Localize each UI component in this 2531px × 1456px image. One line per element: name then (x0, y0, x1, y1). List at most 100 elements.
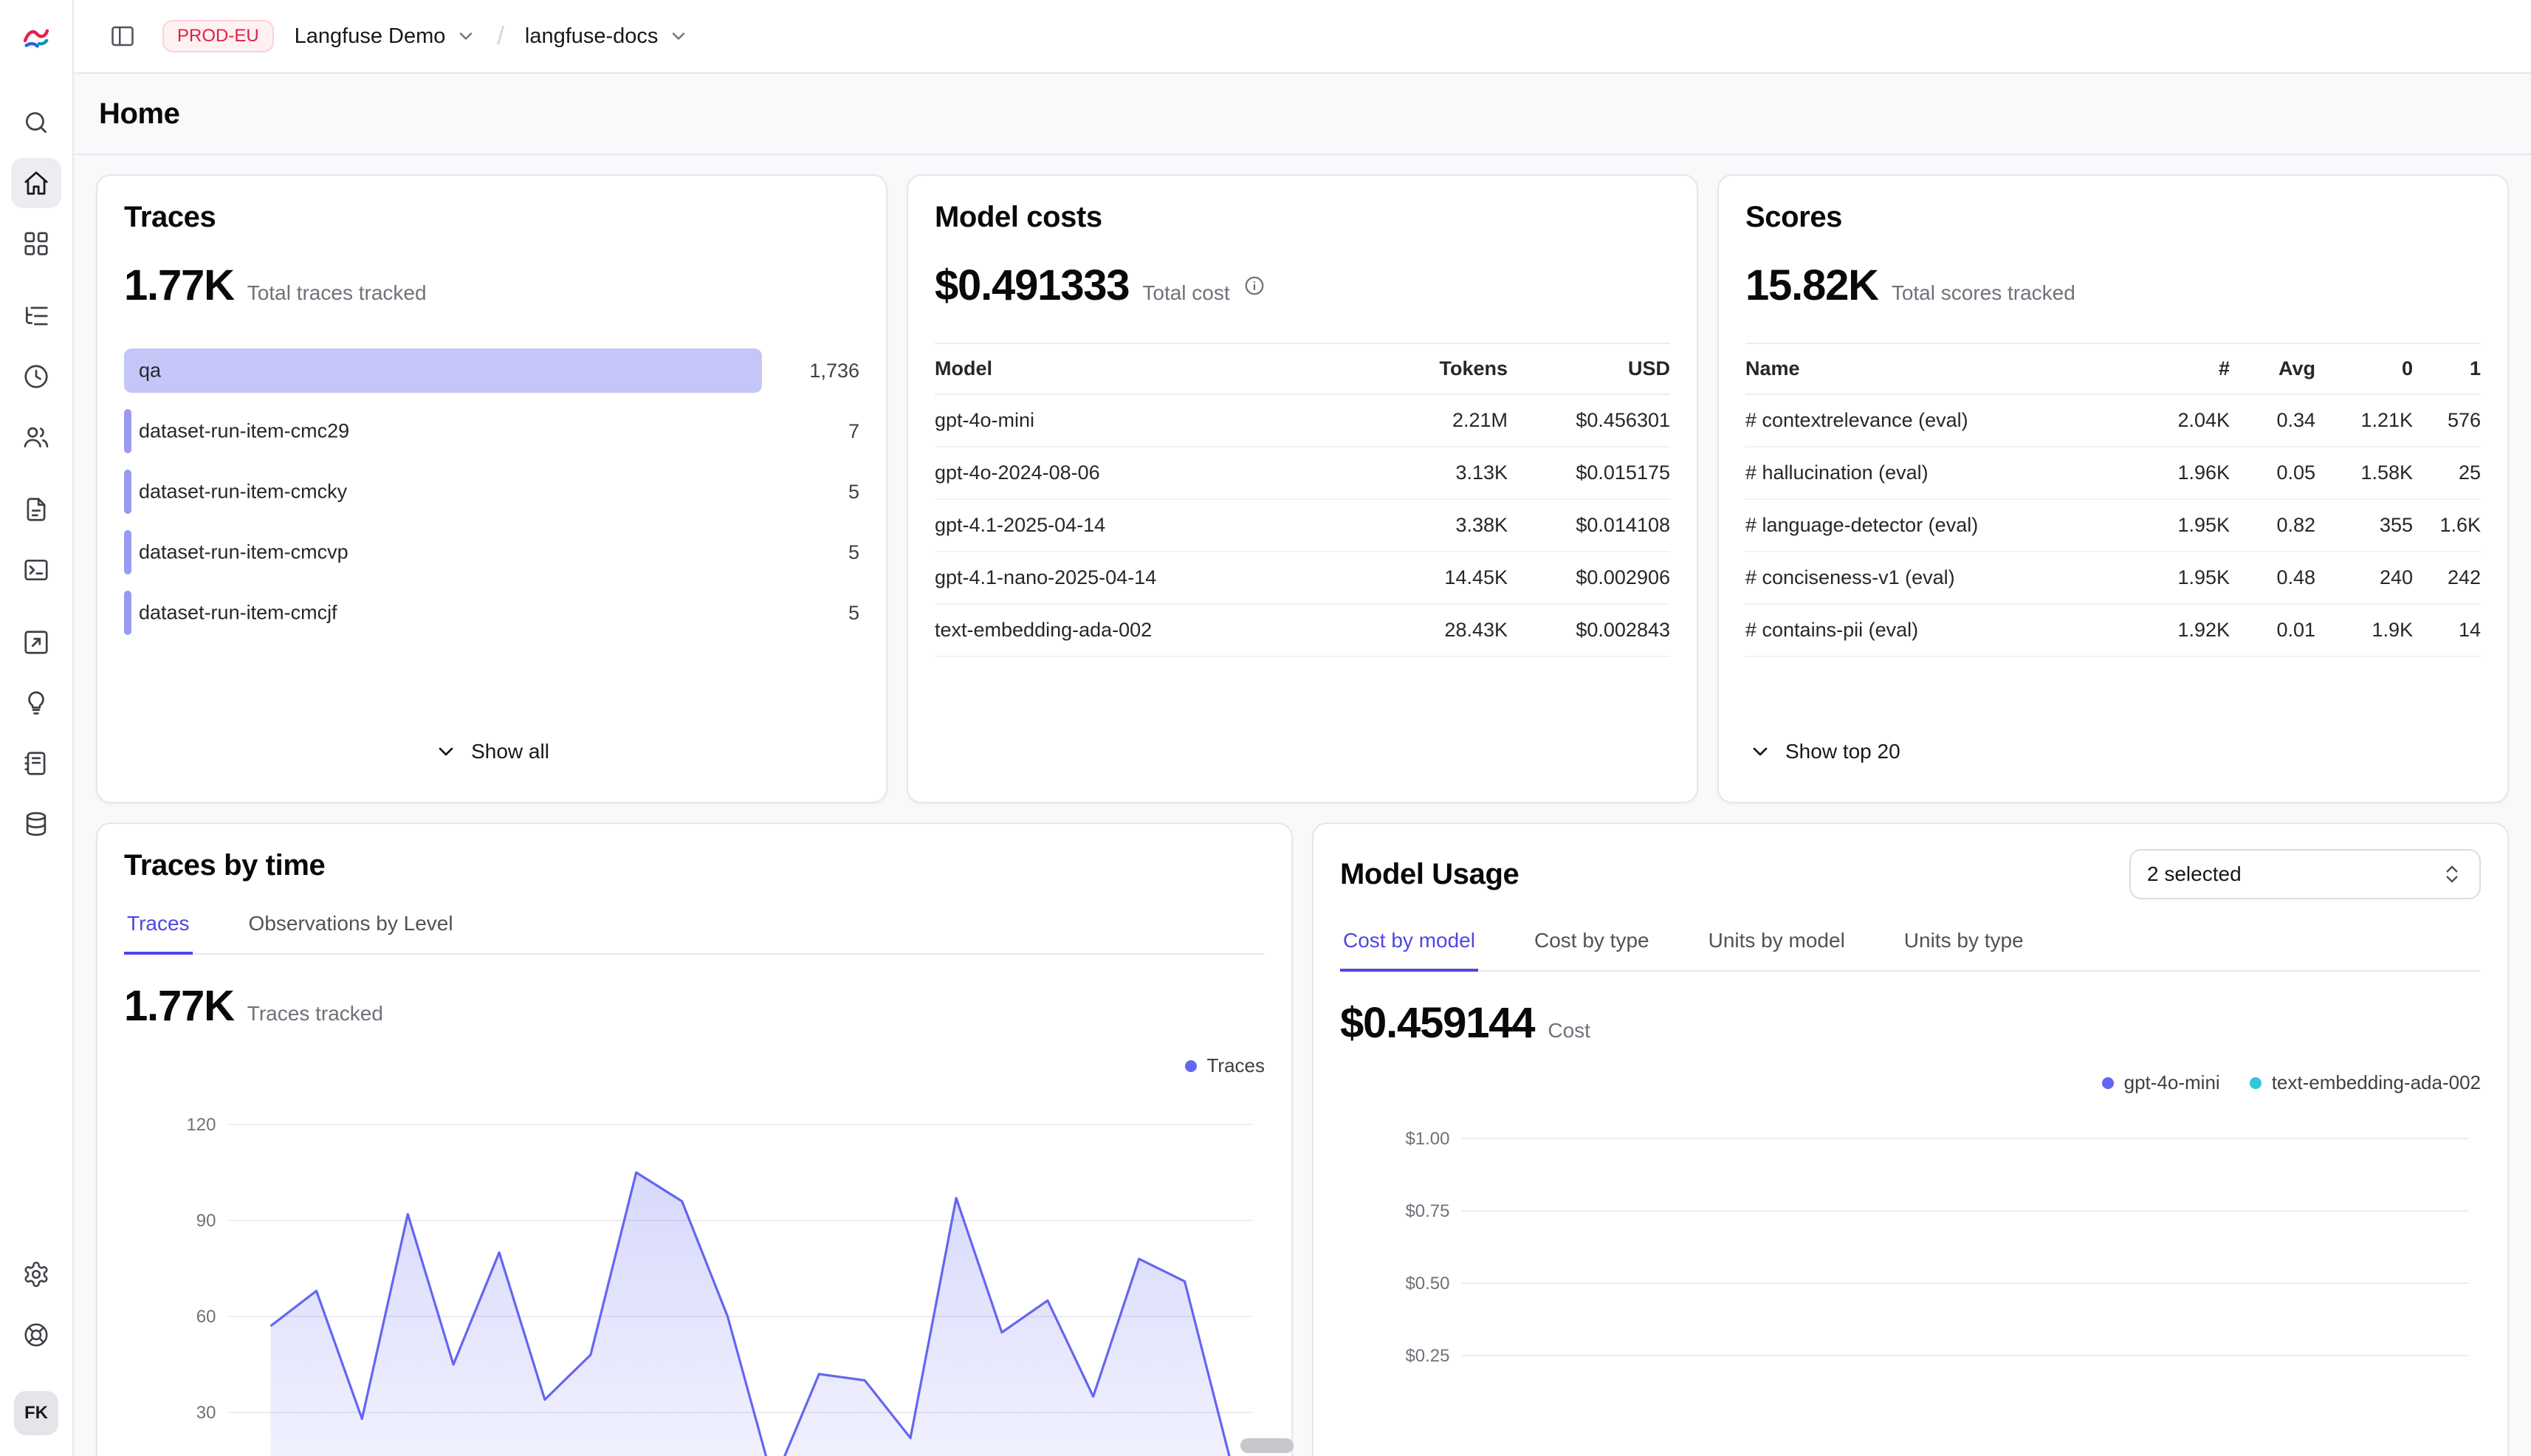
usage-tab-units-by-model[interactable]: Units by model (1706, 920, 1848, 970)
sidebar-item-evaluation[interactable] (11, 617, 61, 667)
info-icon (1243, 275, 1266, 297)
table-row: gpt-4o-mini2.21M$0.456301 (935, 394, 1670, 447)
trace-bar-row[interactable]: dataset-run-item-cmcvp5 (124, 530, 859, 574)
trace-bar-label: dataset-run-item-cmcvp (139, 541, 348, 564)
traces-tab-traces[interactable]: Traces (124, 903, 193, 955)
langfuse-logo[interactable] (17, 18, 55, 56)
traces-by-time-tabs: Traces Observations by Level (124, 903, 1265, 955)
trace-bar-row[interactable]: dataset-run-item-cmc297 (124, 409, 859, 453)
model-costs-card: Model costs $0.491333 Total cost ModelTo… (907, 174, 1698, 803)
model-usage-legend: gpt-4o-minitext-embedding-ada-002 (1340, 1071, 2481, 1094)
total-cost-info[interactable] (1243, 275, 1266, 297)
traces-legend: Traces (124, 1054, 1265, 1077)
chevron-down-icon (1748, 740, 1772, 763)
table-cell: # conciseness-v1 (eval) (1745, 552, 2132, 604)
file-text-icon (22, 495, 50, 523)
table-cell: 240 (2315, 552, 2413, 604)
gear-icon (22, 1260, 50, 1288)
org-name: Langfuse Demo (295, 24, 446, 49)
sidebar-item-prompts[interactable] (11, 484, 61, 535)
usage-tab-units-by-type[interactable]: Units by type (1901, 920, 2027, 970)
traces-by-time-card: Traces by time TracesObservations by Lev… (96, 823, 1293, 1456)
table-cell: gpt-4.1-2025-04-14 (935, 499, 1372, 552)
sidebar-group-observability (11, 291, 61, 462)
traces-by-time-chart: 120906030 (124, 1086, 1265, 1456)
sidebar-toggle-button[interactable] (100, 14, 145, 58)
sidebar-group-prompts (11, 484, 61, 595)
home-icon (22, 169, 50, 197)
sidebar-item-support[interactable] (11, 1310, 61, 1360)
model-usage-title: Model Usage (1340, 858, 1519, 891)
traces-tab-observations-by-level[interactable]: Observations by Level (246, 903, 456, 953)
table-cell: 576 (2413, 394, 2481, 447)
scores-metric-row: 15.82K Total scores tracked (1745, 261, 2481, 310)
org-switcher[interactable]: Langfuse Demo (292, 18, 480, 55)
sidebar-item-dashboards[interactable] (11, 219, 61, 269)
breadcrumb-separator: / (497, 22, 504, 51)
table-cell: gpt-4o-2024-08-06 (935, 447, 1372, 499)
trace-bar-row[interactable]: dataset-run-item-cmcjf5 (124, 591, 859, 635)
trace-bar-label: dataset-run-item-cmcjf (139, 602, 337, 625)
table-cell: # contextrelevance (eval) (1745, 394, 2132, 447)
trace-bar-track: dataset-run-item-cmcjf (124, 591, 762, 635)
sidebar-item-annotation-queues[interactable] (11, 678, 61, 728)
usage-tab-cost-by-model[interactable]: Cost by model (1340, 920, 1478, 972)
column-header: Model (935, 343, 1372, 394)
trace-bar-label: qa (139, 360, 161, 382)
table-cell: # language-detector (eval) (1745, 499, 2132, 552)
horizontal-scrollbar-thumb[interactable] (1240, 1438, 1294, 1453)
sidebar-item-playground[interactable] (11, 545, 61, 595)
table-cell: 2.21M (1372, 394, 1508, 447)
sidebar-item-sessions[interactable] (11, 351, 61, 402)
traces-card: Traces 1.77K Total traces tracked qa1,73… (96, 174, 887, 803)
traces-metric-row: 1.77K Total traces tracked (124, 261, 859, 310)
table-cell: 1.58K (2315, 447, 2413, 499)
sidebar-item-search[interactable] (11, 97, 61, 148)
column-header: # (2132, 343, 2230, 394)
sidebar-item-users[interactable] (11, 412, 61, 462)
sidebar-item-settings[interactable] (11, 1249, 61, 1299)
trace-bar-track: qa (124, 348, 762, 393)
model-usage-card: Model Usage 2 selected Cost by model Cost… (1312, 823, 2509, 1456)
legend-dot (2102, 1077, 2114, 1089)
show-top-20-button[interactable]: Show top 20 (1745, 727, 2481, 777)
model-costs-metric-label: Total cost (1142, 281, 1229, 305)
legend-item: text-embedding-ada-002 (2250, 1071, 2481, 1094)
table-cell: 1.6K (2413, 499, 2481, 552)
table-cell: 0.34 (2230, 394, 2315, 447)
model-costs-metric: $0.491333 (935, 261, 1129, 310)
scores-table: Name#Avg01# contextrelevance (eval)2.04K… (1745, 343, 2481, 657)
user-avatar[interactable]: FK (14, 1391, 58, 1435)
terminal-icon (22, 556, 50, 584)
scores-card: Scores 15.82K Total scores tracked Name#… (1717, 174, 2509, 803)
trace-bar-row[interactable]: qa1,736 (124, 348, 859, 393)
column-header: Tokens (1372, 343, 1508, 394)
project-switcher[interactable]: langfuse-docs (522, 18, 693, 55)
svg-text:120: 120 (186, 1115, 216, 1135)
table-cell: 1.9K (2315, 604, 2413, 656)
scores-card-title: Scores (1745, 201, 2481, 234)
sidebar-item-tracing[interactable] (11, 291, 61, 341)
model-usage-chart: $1.00$0.75$0.50$0.25 (1340, 1103, 2481, 1456)
show-all-button[interactable]: Show all (124, 727, 859, 777)
table-cell: $0.456301 (1508, 394, 1670, 447)
model-select[interactable]: 2 selected (2129, 849, 2481, 899)
table-row: gpt-4.1-2025-04-143.38K$0.014108 (935, 499, 1670, 552)
sidebar-item-datasets[interactable] (11, 738, 61, 789)
trace-bar-row[interactable]: dataset-run-item-cmcky5 (124, 470, 859, 514)
list-tree-icon (22, 302, 50, 330)
table-cell: 1.96K (2132, 447, 2230, 499)
usage-tab-cost-by-type[interactable]: Cost by type (1531, 920, 1652, 970)
table-cell: 14 (2413, 604, 2481, 656)
column-header: Avg (2230, 343, 2315, 394)
chevron-down-icon (456, 26, 476, 47)
sidebar-item-database[interactable] (11, 799, 61, 849)
lightbulb-icon (22, 689, 50, 717)
table-cell: 28.43K (1372, 604, 1508, 656)
table-cell: $0.002843 (1508, 604, 1670, 656)
sidebar-item-home[interactable] (11, 158, 61, 208)
app: FK PROD-EU Langfuse Demo / langfuse-docs… (0, 0, 2531, 1456)
chevron-down-icon (434, 740, 458, 763)
database-icon (22, 810, 50, 838)
square-arrow-icon (22, 628, 50, 656)
